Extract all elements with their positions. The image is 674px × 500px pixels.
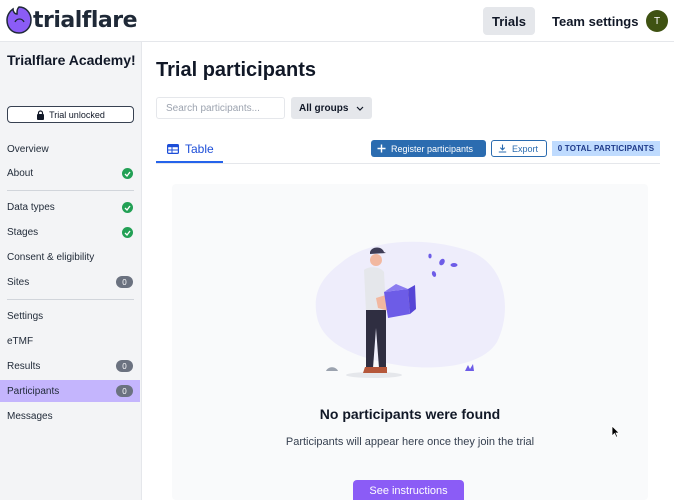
register-participants-button[interactable]: Register participants <box>371 140 486 157</box>
sidebar-item-sites[interactable]: Sites 0 <box>0 271 140 293</box>
tab-table[interactable]: Table <box>156 137 223 163</box>
tab-table-label: Table <box>185 142 214 156</box>
sidebar-item-participants[interactable]: Participants 0 <box>0 380 140 402</box>
nav-team-settings[interactable]: Team settings <box>546 7 644 35</box>
count-badge: 0 <box>116 360 133 372</box>
trial-unlocked-button[interactable]: Trial unlocked <box>7 106 134 123</box>
search-input[interactable] <box>156 97 285 119</box>
cursor-icon <box>611 425 620 438</box>
check-icon <box>122 227 133 238</box>
chevron-down-icon <box>357 106 364 111</box>
sidebar-item-about[interactable]: About <box>0 162 140 184</box>
sidebar-item-messages[interactable]: Messages <box>0 405 140 427</box>
tab-divider <box>156 163 660 164</box>
plus-icon <box>377 144 386 153</box>
register-participants-label: Register participants <box>391 143 474 154</box>
count-badge: 0 <box>116 276 133 288</box>
sidebar-item-label: eTMF <box>7 335 34 347</box>
check-icon <box>122 168 133 179</box>
total-participants-badge: 0 TOTAL PARTICIPANTS <box>552 141 660 156</box>
sidebar-item-settings[interactable]: Settings <box>0 305 140 327</box>
sidebar-item-data-types[interactable]: Data types <box>0 196 140 218</box>
check-icon <box>122 202 133 213</box>
sidebar-item-label: Data types <box>7 201 55 213</box>
group-filter-dropdown[interactable]: All groups <box>291 97 372 119</box>
sidebar-item-consent[interactable]: Consent & eligibility <box>0 246 140 268</box>
download-icon <box>498 144 507 153</box>
empty-state-card: No participants were found Participants … <box>172 184 648 500</box>
sidebar-item-overview[interactable]: Overview <box>0 138 140 160</box>
logo-icon <box>6 6 32 34</box>
logo[interactable]: trialflare <box>6 6 138 34</box>
sidebar-item-label: Overview <box>7 143 49 155</box>
empty-state-illustration <box>315 241 505 378</box>
nav-trials[interactable]: Trials <box>483 7 535 35</box>
count-badge: 0 <box>116 385 133 397</box>
avatar[interactable]: T <box>646 10 668 32</box>
sidebar-divider <box>7 299 134 300</box>
sidebar-item-label: Participants <box>7 385 60 397</box>
sidebar: Trialflare Academy! Trial unlocked Overv… <box>0 42 142 500</box>
sidebar-item-stages[interactable]: Stages <box>0 221 140 243</box>
export-label: Export <box>512 143 539 154</box>
trial-unlocked-label: Trial unlocked <box>49 109 105 120</box>
empty-state-subtitle: Participants will appear here once they … <box>285 436 535 448</box>
empty-state-title: No participants were found <box>319 406 501 422</box>
sidebar-item-label: About <box>7 167 34 179</box>
sidebar-divider <box>7 190 134 191</box>
see-instructions-button[interactable]: See instructions <box>353 480 464 500</box>
page-title: Trial participants <box>156 59 317 81</box>
sidebar-item-label: Stages <box>7 226 39 238</box>
sidebar-item-label: Sites <box>7 276 30 288</box>
group-filter-label: All groups <box>299 102 349 114</box>
sidebar-item-label: Settings <box>7 310 44 322</box>
top-bar: trialflare Trials Team settings T <box>0 0 674 42</box>
org-name: Trialflare Academy! <box>7 52 136 68</box>
sidebar-item-label: Results <box>7 360 41 372</box>
sidebar-item-results[interactable]: Results 0 <box>0 355 140 377</box>
logo-text: trialflare <box>33 7 138 33</box>
lock-icon <box>37 109 45 120</box>
export-button[interactable]: Export <box>491 140 547 157</box>
sidebar-item-etmf[interactable]: eTMF <box>0 330 140 352</box>
sidebar-item-label: Messages <box>7 410 53 422</box>
table-icon <box>167 144 179 154</box>
sidebar-item-label: Consent & eligibility <box>7 251 95 263</box>
